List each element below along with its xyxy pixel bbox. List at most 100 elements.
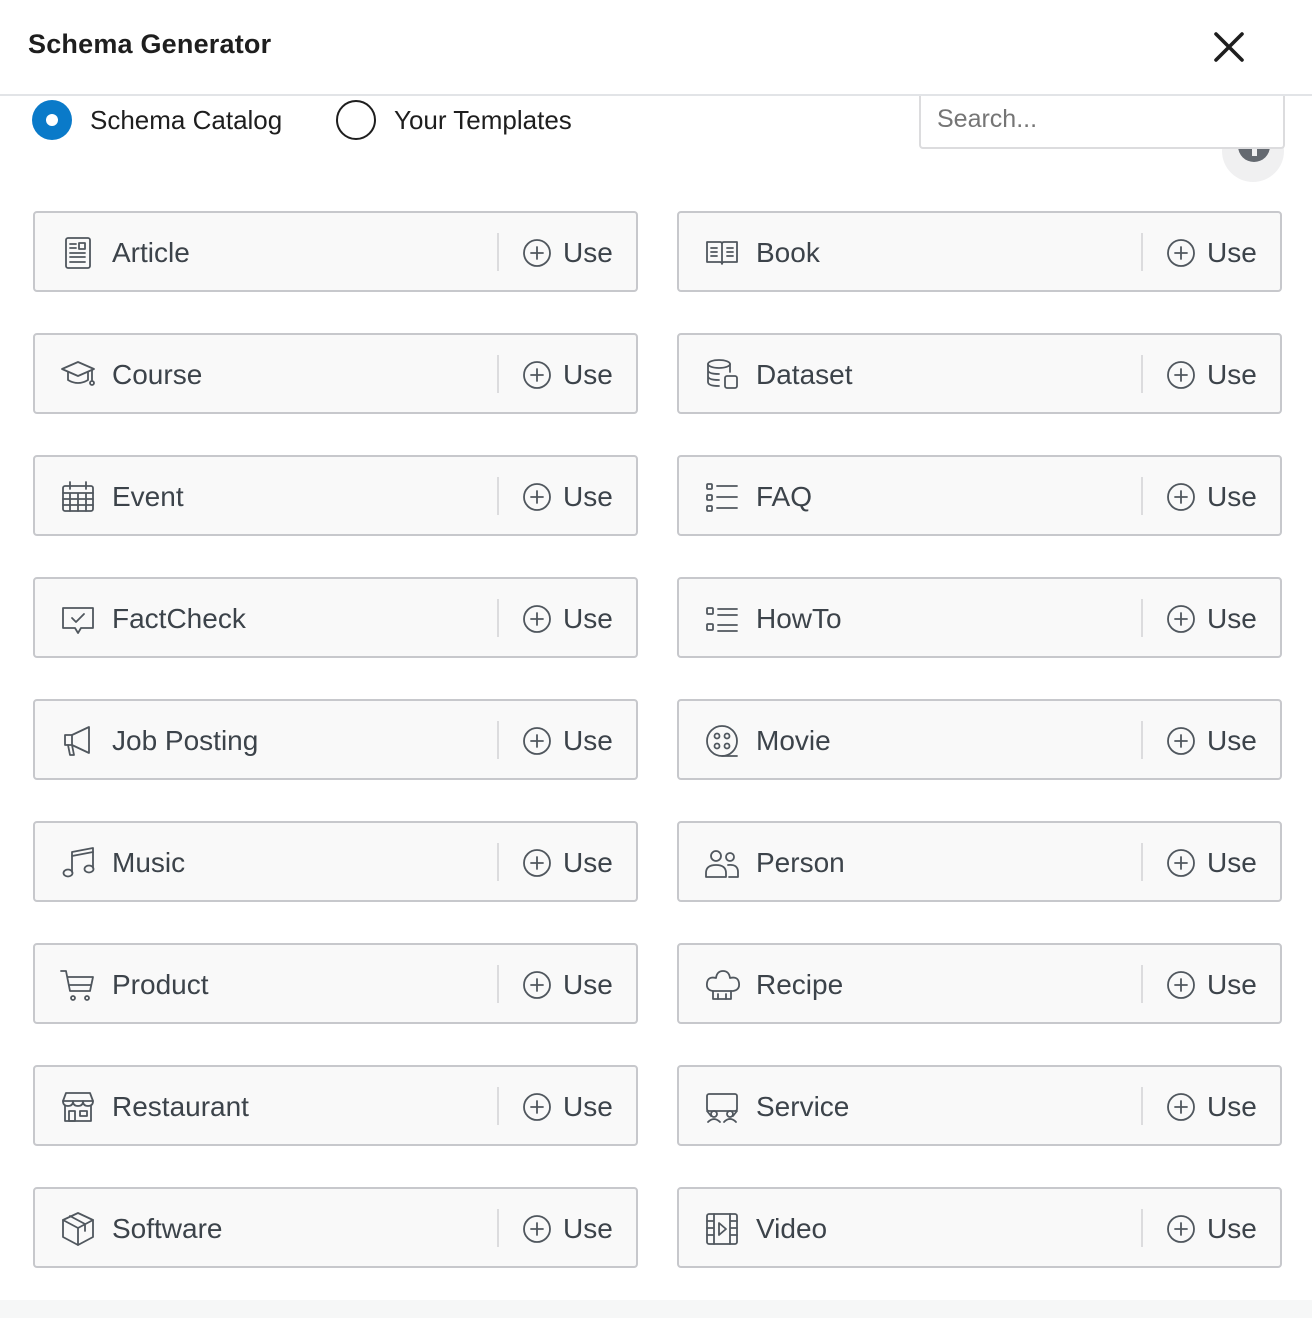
chef-hat-icon xyxy=(703,966,741,1004)
use-label: Use xyxy=(563,1213,613,1244)
service-desk-icon xyxy=(703,1088,741,1126)
plus-circle-icon xyxy=(1166,726,1196,756)
card-divider xyxy=(497,721,499,759)
use-label: Use xyxy=(563,1091,613,1122)
use-label: Use xyxy=(563,603,613,634)
schema-card-music[interactable]: Music Use xyxy=(33,821,638,902)
schema-card-video[interactable]: Video Use xyxy=(677,1187,1282,1268)
schema-card-software[interactable]: Software Use xyxy=(33,1187,638,1268)
plus-circle-icon xyxy=(522,726,552,756)
book-icon xyxy=(703,234,741,272)
use-label: Use xyxy=(563,725,613,756)
card-divider xyxy=(1141,233,1143,271)
use-button-faq[interactable]: Use xyxy=(1166,475,1257,519)
card-divider xyxy=(1141,1209,1143,1247)
use-button-course[interactable]: Use xyxy=(522,353,613,397)
plus-circle-icon xyxy=(522,970,552,1000)
schema-name: Music xyxy=(112,847,186,878)
schema-name: HowTo xyxy=(756,603,842,634)
use-button-person[interactable]: Use xyxy=(1166,841,1257,885)
use-label: Use xyxy=(1207,359,1257,390)
schema-card-event[interactable]: Event Use xyxy=(33,455,638,536)
use-button-restaurant[interactable]: Use xyxy=(522,1085,613,1129)
schema-name: Person xyxy=(756,847,845,878)
plus-circle-icon xyxy=(522,360,552,390)
use-button-howto[interactable]: Use xyxy=(1166,597,1257,641)
schema-card-howto[interactable]: HowTo Use xyxy=(677,577,1282,658)
plus-circle-icon xyxy=(522,238,552,268)
box-icon xyxy=(59,1210,97,1248)
plus-circle-icon xyxy=(522,604,552,634)
plus-circle-icon xyxy=(522,1214,552,1244)
your-templates-radio[interactable] xyxy=(336,100,376,140)
use-label: Use xyxy=(1207,481,1257,512)
use-label: Use xyxy=(1207,237,1257,268)
use-label: Use xyxy=(1207,603,1257,634)
schema-name: Book xyxy=(756,237,820,268)
schema-name: FAQ xyxy=(756,481,813,512)
use-button-product[interactable]: Use xyxy=(522,963,613,1007)
schema-card-service[interactable]: Service Use xyxy=(677,1065,1282,1146)
use-button-factcheck[interactable]: Use xyxy=(522,597,613,641)
use-button-video[interactable]: Use xyxy=(1166,1207,1257,1251)
megaphone-icon xyxy=(59,722,97,760)
use-button-book[interactable]: Use xyxy=(1166,231,1257,275)
card-divider xyxy=(497,233,499,271)
use-button-software[interactable]: Use xyxy=(522,1207,613,1251)
schema-name: Product xyxy=(112,969,209,1000)
dialog-title: Schema Generator xyxy=(28,29,272,59)
card-divider xyxy=(497,1087,499,1125)
schema-card-restaurant[interactable]: Restaurant Use xyxy=(33,1065,638,1146)
schema-card-faq[interactable]: FAQ Use xyxy=(677,455,1282,536)
schema-card-job-posting[interactable]: Job Posting Use xyxy=(33,699,638,780)
schema-card-product[interactable]: Product Use xyxy=(33,943,638,1024)
plus-circle-icon xyxy=(522,1092,552,1122)
schema-card-factcheck[interactable]: FactCheck Use xyxy=(33,577,638,658)
your-templates-label: Your Templates xyxy=(394,104,572,135)
use-label: Use xyxy=(563,359,613,390)
use-button-event[interactable]: Use xyxy=(522,475,613,519)
card-divider xyxy=(1141,843,1143,881)
card-divider xyxy=(1141,599,1143,637)
use-button-dataset[interactable]: Use xyxy=(1166,353,1257,397)
schema-card-movie[interactable]: Movie Use xyxy=(677,699,1282,780)
use-button-movie[interactable]: Use xyxy=(1166,719,1257,763)
schema-card-recipe[interactable]: Recipe Use xyxy=(677,943,1282,1024)
schema-name: Software xyxy=(112,1213,223,1244)
card-divider xyxy=(1141,721,1143,759)
schema-name: Service xyxy=(756,1091,850,1122)
database-icon xyxy=(703,356,741,394)
card-divider xyxy=(1141,355,1143,393)
card-divider xyxy=(497,843,499,881)
schema-card-dataset[interactable]: Dataset Use xyxy=(677,333,1282,414)
close-button[interactable] xyxy=(1206,24,1252,70)
schema-name: Movie xyxy=(756,725,831,756)
close-icon xyxy=(1214,32,1244,62)
plus-circle-icon xyxy=(1166,482,1196,512)
use-button-music[interactable]: Use xyxy=(522,841,613,885)
use-button-job-posting[interactable]: Use xyxy=(522,719,613,763)
film-reel-icon xyxy=(703,722,741,760)
schema-card-course[interactable]: Course Use xyxy=(33,333,638,414)
schema-name: Restaurant xyxy=(112,1091,249,1122)
schema-card-article[interactable]: Article Use xyxy=(33,211,638,292)
schema-card-book[interactable]: Book Use xyxy=(677,211,1282,292)
schema-name: Recipe xyxy=(756,969,844,1000)
card-divider xyxy=(497,477,499,515)
schema-name: Article xyxy=(112,237,190,268)
dialog-header: Schema Generator xyxy=(0,0,1312,96)
schema-catalog-radio[interactable] xyxy=(32,100,72,140)
use-button-service[interactable]: Use xyxy=(1166,1085,1257,1129)
storefront-icon xyxy=(59,1088,97,1126)
use-label: Use xyxy=(563,969,613,1000)
video-icon xyxy=(703,1210,741,1248)
use-label: Use xyxy=(1207,847,1257,878)
schema-card-person[interactable]: Person Use xyxy=(677,821,1282,902)
tab-your-templates[interactable]: Your Templates xyxy=(336,98,572,142)
use-button-article[interactable]: Use xyxy=(522,231,613,275)
use-button-recipe[interactable]: Use xyxy=(1166,963,1257,1007)
use-label: Use xyxy=(1207,1091,1257,1122)
tab-schema-catalog[interactable]: Schema Catalog xyxy=(32,98,282,142)
use-label: Use xyxy=(1207,969,1257,1000)
search-input[interactable] xyxy=(919,96,1285,149)
